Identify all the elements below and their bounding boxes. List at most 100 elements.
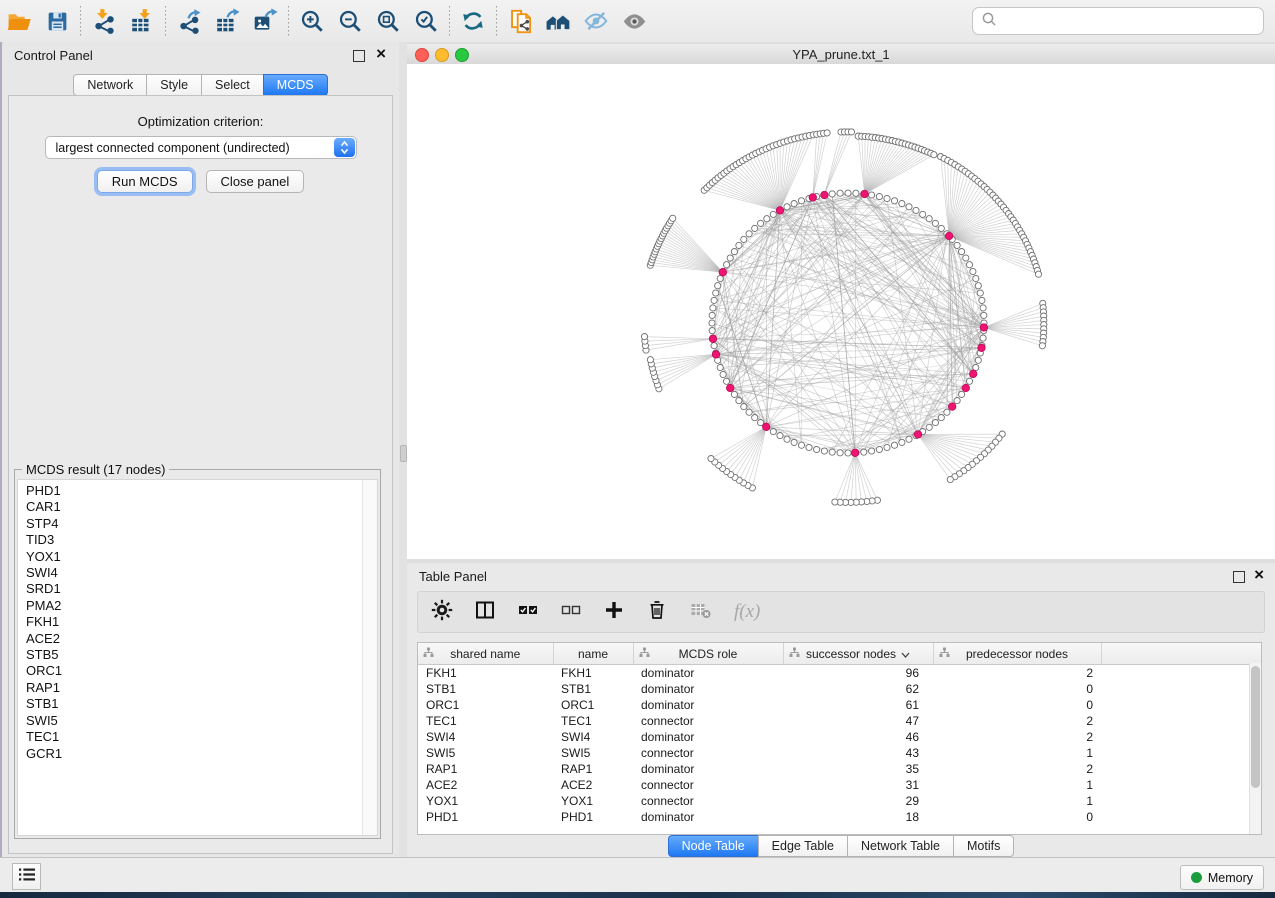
table-row[interactable]: SWI4SWI4dominator462 (418, 729, 1261, 745)
export-table-button[interactable] (208, 3, 246, 39)
mcds-list-scrollbar[interactable] (362, 480, 377, 835)
graph-ring-node[interactable] (717, 275, 723, 281)
zoom-out-button[interactable] (331, 3, 369, 39)
mcds-result-item[interactable]: STP4 (18, 516, 362, 532)
refresh-button[interactable] (454, 3, 492, 39)
graph-ring-node[interactable] (727, 255, 733, 261)
table-cell[interactable]: 0 (933, 809, 1101, 825)
graph-ring-node[interactable] (970, 268, 976, 274)
mcds-result-listbox[interactable]: PHD1CAR1STP4TID3YOX1SWI4SRD1PMA2FKH1ACE2… (17, 479, 378, 836)
graph-ring-node[interactable] (876, 446, 882, 452)
graph-ring-node[interactable] (891, 198, 897, 204)
show-all-button[interactable] (615, 3, 653, 39)
zoom-selected-button[interactable] (407, 3, 445, 39)
table-row[interactable]: RAP1RAP1dominator352 (418, 761, 1261, 777)
graph-ring-node[interactable] (752, 415, 758, 421)
table-cell[interactable]: 35 (783, 761, 933, 777)
network-graph[interactable] (407, 64, 1275, 559)
mcds-result-item[interactable]: RAP1 (18, 680, 362, 696)
graph-hub-node[interactable] (809, 194, 816, 201)
table-cell[interactable]: 2 (933, 729, 1101, 745)
graph-ring-node[interactable] (954, 242, 960, 248)
table-cell[interactable]: STB1 (553, 681, 633, 697)
graph-hub-node[interactable] (763, 423, 770, 430)
graph-ring-node[interactable] (736, 242, 742, 248)
table-cell[interactable]: 43 (783, 745, 933, 761)
table-cell[interactable]: 0 (933, 697, 1101, 713)
run-mcds-button[interactable]: Run MCDS (97, 170, 193, 193)
graph-hub-node[interactable] (970, 370, 977, 377)
table-cell[interactable]: 62 (783, 681, 933, 697)
graph-ring-node[interactable] (829, 191, 835, 197)
export-network-button[interactable] (170, 3, 208, 39)
graph-ring-node[interactable] (973, 364, 979, 370)
memory-button[interactable]: Memory (1180, 865, 1264, 890)
import-table-button[interactable] (123, 3, 161, 39)
table-cell[interactable]: RAP1 (418, 761, 553, 777)
table-cell[interactable]: TEC1 (418, 713, 553, 729)
graph-ring-node[interactable] (853, 190, 859, 196)
float-panel-icon[interactable] (1233, 571, 1245, 583)
search-input[interactable] (1003, 10, 1263, 32)
table-cell[interactable]: dominator (633, 761, 783, 777)
table-cell[interactable]: 29 (783, 793, 933, 809)
graph-ring-node[interactable] (906, 204, 912, 210)
graph-ring-node[interactable] (770, 211, 776, 217)
graph-ring-node[interactable] (791, 201, 797, 207)
tab-mcds[interactable]: MCDS (263, 74, 328, 96)
table-cell[interactable]: 31 (783, 777, 933, 793)
table-cell[interactable]: YOX1 (418, 793, 553, 809)
graph-ring-node[interactable] (829, 449, 835, 455)
graph-leaf-node[interactable] (931, 152, 937, 158)
table-cell[interactable]: dominator (633, 809, 783, 825)
graph-ring-node[interactable] (891, 442, 897, 448)
graph-ring-node[interactable] (777, 433, 783, 439)
graph-leaf-node[interactable] (848, 129, 854, 135)
table-row[interactable]: ORC1ORC1dominator610 (418, 697, 1261, 713)
table-cell[interactable]: FKH1 (418, 665, 553, 682)
delete-columns-button[interactable] (646, 599, 668, 626)
table-cell[interactable]: SWI5 (418, 745, 553, 761)
mcds-result-item[interactable]: STB1 (18, 696, 362, 712)
graph-ring-node[interactable] (861, 449, 867, 455)
graph-hub-node[interactable] (821, 191, 828, 198)
graph-ring-node[interactable] (709, 320, 715, 326)
graph-ring-node[interactable] (731, 391, 737, 397)
graph-ring-node[interactable] (973, 275, 979, 281)
mcds-result-item[interactable]: ACE2 (18, 631, 362, 647)
mcds-result-item[interactable]: PMA2 (18, 598, 362, 614)
tab-edge-table[interactable]: Edge Table (758, 835, 848, 857)
graph-ring-node[interactable] (764, 216, 770, 222)
table-cell[interactable]: connector (633, 777, 783, 793)
graph-leaf-node[interactable] (647, 357, 653, 363)
table-cell[interactable]: 1 (933, 793, 1101, 809)
graph-hub-node[interactable] (914, 431, 921, 438)
column-header-successor-nodes[interactable]: successor nodes (783, 643, 933, 665)
graph-ring-node[interactable] (876, 193, 882, 199)
table-row[interactable]: YOX1YOX1connector291 (418, 793, 1261, 809)
table-cell[interactable]: 2 (933, 665, 1101, 682)
graph-ring-node[interactable] (966, 262, 972, 268)
close-panel-button[interactable]: Close panel (206, 170, 305, 193)
save-session-button[interactable] (38, 3, 76, 39)
graph-ring-node[interactable] (741, 236, 747, 242)
tab-network-table[interactable]: Network Table (847, 835, 954, 857)
table-cell[interactable]: ACE2 (418, 777, 553, 793)
graph-ring-node[interactable] (814, 446, 820, 452)
graph-hub-node[interactable] (709, 335, 716, 342)
table-cell[interactable]: 47 (783, 713, 933, 729)
graph-ring-node[interactable] (938, 225, 944, 231)
table-cell[interactable]: 1 (933, 745, 1101, 761)
select-all-columns-button[interactable] (517, 599, 539, 626)
tab-select[interactable]: Select (201, 74, 264, 96)
column-header-MCDS-role[interactable]: MCDS role (633, 643, 783, 665)
graph-ring-node[interactable] (741, 404, 747, 410)
table-cell[interactable]: connector (633, 745, 783, 761)
graph-ring-node[interactable] (770, 429, 776, 435)
graph-ring-node[interactable] (837, 450, 843, 456)
open-file-button[interactable] (0, 3, 38, 39)
graph-ring-node[interactable] (963, 255, 969, 261)
graph-ring-node[interactable] (709, 328, 715, 334)
graph-ring-node[interactable] (791, 439, 797, 445)
graph-ring-node[interactable] (746, 409, 752, 415)
